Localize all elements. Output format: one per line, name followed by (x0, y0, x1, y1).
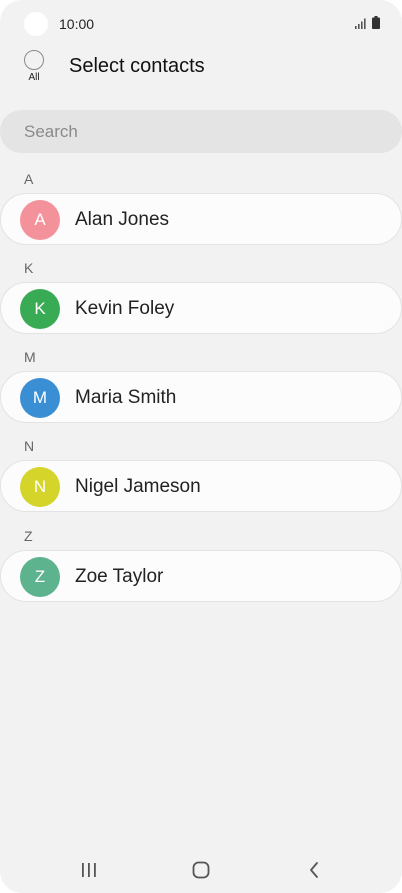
signal-icon (355, 18, 366, 29)
contact-name: Kevin Foley (75, 298, 175, 319)
contact-item-kevin-foley[interactable]: K Kevin Foley (0, 282, 402, 334)
home-icon[interactable] (192, 861, 210, 879)
avatar: N (20, 467, 60, 507)
contact-name: Nigel Jameson (75, 476, 201, 497)
recent-apps-icon[interactable] (80, 862, 98, 878)
contact-item-nigel-jameson[interactable]: N Nigel Jameson (0, 460, 402, 512)
section-letter-m: M (24, 349, 36, 365)
select-all-circle-icon (24, 50, 44, 70)
avatar: Z (20, 557, 60, 597)
avatar: A (20, 200, 60, 240)
select-all-checkbox[interactable]: All (22, 50, 46, 83)
avatar-initial: A (34, 210, 46, 229)
contact-name: Zoe Taylor (75, 566, 164, 587)
search-input[interactable] (0, 110, 402, 153)
section-letter-z: Z (24, 528, 33, 544)
phone-screen: 10:00 All Select contacts A A Alan Jones… (0, 0, 402, 893)
back-icon[interactable] (308, 861, 320, 879)
contact-item-zoe-taylor[interactable]: Z Zoe Taylor (0, 550, 402, 602)
section-letter-a: A (24, 171, 34, 187)
avatar-initial: Z (34, 567, 46, 586)
status-bar: 10:00 (0, 0, 402, 48)
contact-name: Alan Jones (75, 209, 170, 230)
page-title: Select contacts (69, 55, 205, 77)
contact-item-maria-smith[interactable]: M Maria Smith (0, 371, 402, 423)
avatar: K (20, 289, 60, 329)
avatar-initial: M (32, 388, 48, 407)
select-all-label: All (28, 72, 40, 83)
camera-cutout (24, 12, 48, 36)
navigation-bar (0, 845, 402, 893)
avatar-initial: N (33, 477, 47, 496)
avatar: M (20, 378, 60, 418)
section-letter-k: K (24, 260, 34, 276)
status-time: 10:00 (59, 16, 95, 32)
avatar-initial: K (34, 299, 46, 318)
battery-icon (372, 16, 380, 29)
contact-item-alan-jones[interactable]: A Alan Jones (0, 193, 402, 245)
contact-name: Maria Smith (75, 387, 177, 408)
section-letter-n: N (24, 438, 35, 454)
